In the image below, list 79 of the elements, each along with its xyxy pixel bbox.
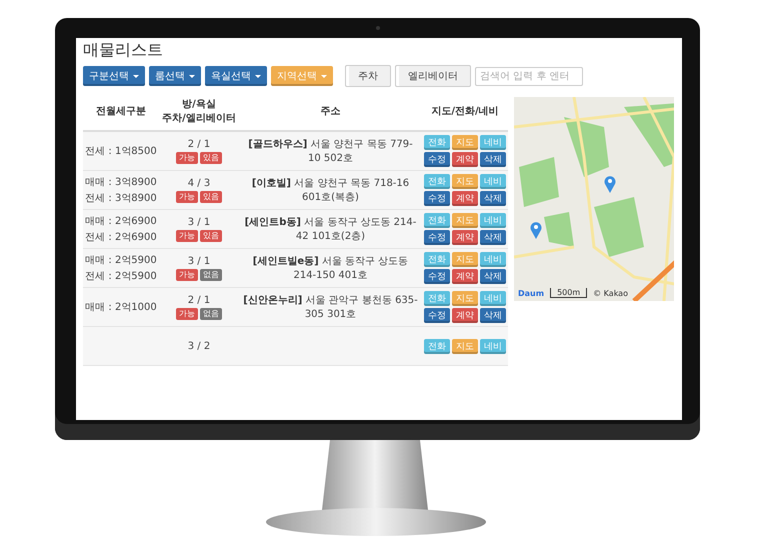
map-logo: Daum <box>518 288 544 298</box>
rooms-text: 2 / 1 <box>188 294 210 306</box>
price-text: 전세 : 2억5900 <box>85 270 157 283</box>
action-button[interactable]: 수정 <box>424 230 450 245</box>
status-badge: 없음 <box>200 268 222 280</box>
action-button[interactable]: 계약 <box>452 191 478 206</box>
action-button[interactable]: 계약 <box>452 269 478 284</box>
action-button[interactable]: 네비 <box>480 252 506 267</box>
action-button[interactable]: 네비 <box>480 135 506 150</box>
map-attribution: © Kakao <box>593 288 628 298</box>
action-button[interactable]: 삭제 <box>480 269 506 284</box>
rooms-text: 4 / 3 <box>188 178 210 188</box>
column-header: 지도/전화/네비 <box>431 105 499 118</box>
price-text: 전세 : 3억8900 <box>85 192 157 205</box>
address-text: [신안온누리] 서울 관악구 봉천동 635-305 301호 <box>242 294 419 321</box>
rooms-text: 3 / 1 <box>188 216 210 228</box>
action-button[interactable]: 삭제 <box>480 191 506 206</box>
status-badge: 있음 <box>200 230 222 242</box>
action-button[interactable]: 계약 <box>452 152 478 167</box>
action-button[interactable]: 삭제 <box>480 152 506 167</box>
map-pin-icon[interactable] <box>530 221 542 239</box>
map-scale: 500m <box>550 288 588 298</box>
search-field[interactable]: 검색어 입력 후 엔터 <box>475 66 583 86</box>
map-pin-icon[interactable] <box>604 175 616 193</box>
status-badge: 없음 <box>200 308 222 320</box>
action-button[interactable]: 수정 <box>424 191 450 206</box>
action-button[interactable]: 수정 <box>424 269 450 284</box>
dropdown-button[interactable]: 욕실선택 <box>205 66 267 86</box>
action-button[interactable]: 전화 <box>424 338 450 354</box>
price-text: 매매 : 2억1000 <box>85 301 157 314</box>
status-badge: 있음 <box>200 190 222 202</box>
rooms-text: 3 / 1 <box>188 256 210 266</box>
action-button[interactable]: 네비 <box>480 213 506 228</box>
page-title: 매물리스트 <box>83 40 164 61</box>
price-text: 매매 : 3억8900 <box>85 176 157 189</box>
action-button[interactable]: 전화 <box>424 291 450 306</box>
status-badge: 있음 <box>200 152 222 164</box>
column-header: 주차/엘리베이터 <box>162 112 236 125</box>
column-header: 전월세구분 <box>96 105 146 118</box>
address-text: [이호빌] 서울 양천구 목동 718-16 601호(복층) <box>250 177 410 204</box>
action-button[interactable]: 네비 <box>480 174 506 189</box>
action-button[interactable]: 계약 <box>452 308 478 323</box>
action-button[interactable]: 전화 <box>424 135 450 150</box>
action-button[interactable]: 전화 <box>424 252 450 267</box>
map[interactable]: Daum 500m © Kakao <box>514 97 674 301</box>
price-text: 전세 : 1억8500 <box>85 145 157 158</box>
column-header: 주소 <box>320 105 340 118</box>
action-button[interactable]: 수정 <box>424 308 450 323</box>
column-header: 방/욕실 <box>182 98 216 111</box>
rooms-text: 2 / 1 <box>188 138 210 150</box>
caret-icon <box>189 74 195 78</box>
price-text: 전세 : 2억6900 <box>85 231 157 244</box>
action-button[interactable]: 네비 <box>480 291 506 306</box>
address-text: [골드하우스] 서울 양천구 목동 779-10 502호 <box>247 138 414 165</box>
action-button[interactable]: 수정 <box>424 152 450 167</box>
caret-icon <box>321 74 327 78</box>
camera-dot <box>376 26 380 30</box>
action-button[interactable]: 전화 <box>424 213 450 228</box>
address-text: [세인트b동] 서울 동작구 상도동 214-42 101호(2층) <box>244 216 418 243</box>
action-button[interactable]: 네비 <box>480 338 506 354</box>
status-badge: 가능 <box>176 268 198 280</box>
caret-icon <box>255 74 261 78</box>
action-button[interactable]: 삭제 <box>480 308 506 323</box>
price-text: 매매 : 2억5900 <box>85 254 157 267</box>
price-text: 매매 : 2억6900 <box>85 215 157 228</box>
action-button[interactable]: 계약 <box>452 230 478 245</box>
status-badge: 가능 <box>176 152 198 164</box>
caret-icon <box>133 74 139 78</box>
rooms-text: 3 / 2 <box>188 340 210 352</box>
dropdown-button[interactable]: 구분선택 <box>83 66 145 86</box>
action-button[interactable]: 전화 <box>424 174 450 189</box>
address-text: [세인트빌e동] 서울 동작구 상도동 214-150 401호 <box>252 255 410 282</box>
toggle-button[interactable]: 엘리베이터 <box>395 65 471 87</box>
status-badge: 가능 <box>176 230 198 242</box>
status-badge: 가능 <box>176 190 198 202</box>
action-button[interactable]: 삭제 <box>480 230 506 245</box>
dropdown-button[interactable]: 룸선택 <box>149 66 201 86</box>
status-badge: 가능 <box>176 308 198 320</box>
toggle-button[interactable]: 주차 <box>345 65 391 87</box>
